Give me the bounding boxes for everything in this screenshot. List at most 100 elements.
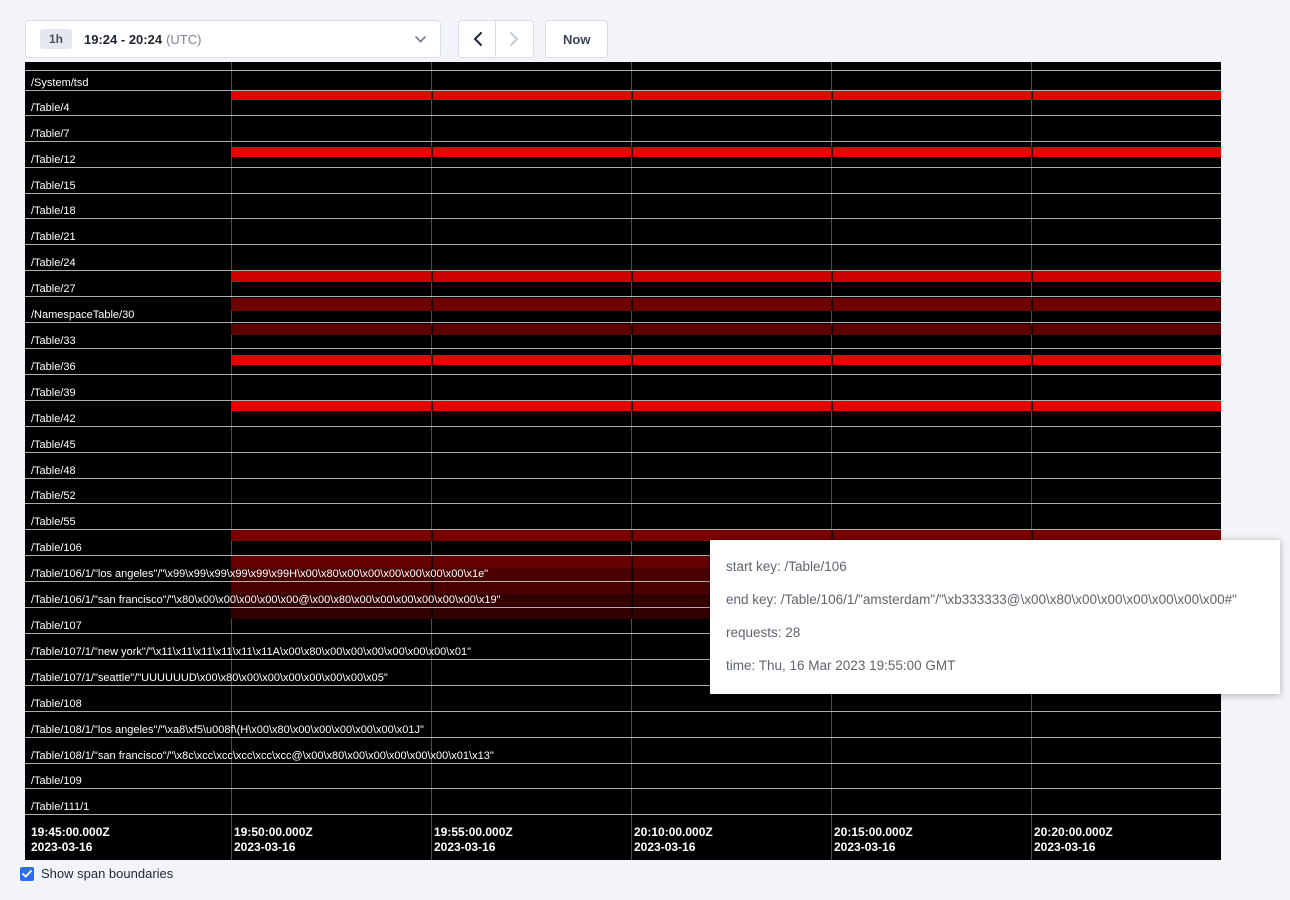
bucket-gap xyxy=(831,401,833,411)
span-label: /Table/42 xyxy=(31,413,76,426)
span-label: /Table/48 xyxy=(31,465,76,478)
bucket-gap xyxy=(631,324,633,335)
time-gridline xyxy=(231,62,232,860)
heat-band xyxy=(231,298,1221,311)
heat-band xyxy=(231,91,1221,100)
tooltip-requests: requests: 28 xyxy=(726,624,1264,642)
span-label: /Table/106 xyxy=(31,542,82,555)
span-boundary-line xyxy=(25,814,1221,815)
bucket-gap xyxy=(431,556,433,568)
span-label: /Table/55 xyxy=(31,516,76,529)
time-axis-label: 20:10:00.000Z2023-03-16 xyxy=(634,825,713,855)
span-label: /System/tsd xyxy=(31,77,88,90)
span-label: /Table/45 xyxy=(31,439,76,452)
span-label: /NamespaceTable/30 xyxy=(31,309,134,322)
span-boundary-line xyxy=(25,322,1221,323)
span-boundary-line xyxy=(25,270,1221,271)
span-label: /Table/39 xyxy=(31,387,76,400)
bucket-gap xyxy=(631,556,633,568)
bucket-gap xyxy=(631,530,633,541)
span-label: /Table/111/1 xyxy=(31,801,89,814)
heat-band xyxy=(231,401,1221,411)
bucket-gap xyxy=(831,298,833,311)
span-label: /Table/36 xyxy=(31,361,76,374)
span-boundary-line xyxy=(25,478,1221,479)
span-label: /Table/4 xyxy=(31,102,70,115)
time-zone-label: (UTC) xyxy=(166,32,201,47)
time-axis-label: 19:50:00.000Z2023-03-16 xyxy=(234,825,313,855)
span-boundary-line xyxy=(25,452,1221,453)
bucket-gap xyxy=(431,401,433,411)
span-boundary-line xyxy=(25,711,1221,712)
time-axis-label: 19:45:00.000Z2023-03-16 xyxy=(31,825,110,855)
checkmark-icon xyxy=(22,870,32,878)
span-label: /Table/33 xyxy=(31,335,76,348)
span-label: /Table/18 xyxy=(31,205,76,218)
span-label: /Table/109 xyxy=(31,775,82,788)
time-gridline xyxy=(1031,62,1032,860)
bucket-gap xyxy=(631,147,633,157)
bucket-gap xyxy=(631,91,633,100)
tooltip-end-key: end key: /Table/106/1/"amsterdam"/"\xb33… xyxy=(726,591,1264,609)
bucket-gap xyxy=(631,271,633,282)
span-label: /Table/108/1/"san francisco"/"\x8c\xcc\x… xyxy=(31,750,494,763)
now-button[interactable]: Now xyxy=(545,20,608,58)
bucket-gap xyxy=(431,324,433,335)
span-boundary-line xyxy=(25,763,1221,764)
heat-band xyxy=(231,355,1221,365)
span-boundary-line xyxy=(25,141,1221,142)
key-visualizer-canvas[interactable]: /System/tsd/Table/4/Table/7/Table/12/Tab… xyxy=(25,62,1221,860)
span-boundary-line xyxy=(25,529,1221,530)
time-axis-label: 19:55:00.000Z2023-03-16 xyxy=(434,825,513,855)
time-range-value: 19:24 - 20:24 xyxy=(84,32,162,47)
bucket-gap xyxy=(631,355,633,365)
key-visualizer-page: 1h 19:24 - 20:24(UTC) Now /System/tsd/Ta… xyxy=(0,0,1290,900)
bucket-gap xyxy=(1031,401,1033,411)
span-label: /Table/21 xyxy=(31,231,76,244)
tooltip-time: time: Thu, 16 Mar 2023 19:55:00 GMT xyxy=(726,657,1264,675)
time-range-picker[interactable]: 1h 19:24 - 20:24(UTC) xyxy=(25,20,441,58)
span-label: /Table/108/1/"los angeles"/"\xa8\xf5\u00… xyxy=(31,724,424,737)
bucket-gap xyxy=(431,271,433,282)
bucket-gap xyxy=(431,298,433,311)
span-boundary-line xyxy=(25,400,1221,401)
span-boundary-line xyxy=(25,426,1221,427)
prev-range-button[interactable] xyxy=(458,20,496,58)
span-boundary-line xyxy=(25,737,1221,738)
chevron-left-icon xyxy=(473,32,482,46)
heat-band xyxy=(231,147,1221,157)
span-boundary-line xyxy=(25,788,1221,789)
bucket-gap xyxy=(831,355,833,365)
show-span-boundaries-checkbox[interactable] xyxy=(20,867,34,881)
time-axis-label: 20:15:00.000Z2023-03-16 xyxy=(834,825,913,855)
bucket-gap xyxy=(1031,147,1033,157)
hover-tooltip: start key: /Table/106 end key: /Table/10… xyxy=(710,540,1280,694)
span-label: /Table/107 xyxy=(31,620,82,633)
span-boundary-line xyxy=(25,503,1221,504)
show-span-boundaries-label: Show span boundaries xyxy=(41,866,173,881)
time-range-label: 19:24 - 20:24 (UTC) xyxy=(84,32,201,47)
bucket-gap xyxy=(431,147,433,157)
heat-band xyxy=(231,324,1221,335)
bucket-gap xyxy=(1031,298,1033,311)
time-axis-label: 20:20:00.000Z2023-03-16 xyxy=(1034,825,1113,855)
bucket-gap xyxy=(1031,91,1033,100)
bucket-gap xyxy=(1031,271,1033,282)
span-label: /Table/12 xyxy=(31,154,76,167)
bucket-gap xyxy=(631,298,633,311)
span-label: /Table/106/1/"los angeles"/"\x99\x99\x99… xyxy=(31,568,488,581)
bucket-gap xyxy=(431,355,433,365)
span-boundary-line xyxy=(25,296,1221,297)
bucket-gap xyxy=(631,401,633,411)
span-boundary-line xyxy=(25,244,1221,245)
show-span-boundaries-control[interactable]: Show span boundaries xyxy=(20,866,173,881)
bucket-gap xyxy=(831,271,833,282)
tooltip-start-key: start key: /Table/106 xyxy=(726,558,1264,576)
bucket-gap xyxy=(431,91,433,100)
span-label: /Table/108 xyxy=(31,698,82,711)
span-boundary-line xyxy=(25,348,1221,349)
span-label: /Table/107/1/"new york"/"\x11\x11\x11\x1… xyxy=(31,646,471,659)
span-label: /Table/52 xyxy=(31,490,76,503)
next-range-button[interactable] xyxy=(496,20,534,58)
span-label: /Table/15 xyxy=(31,180,76,193)
